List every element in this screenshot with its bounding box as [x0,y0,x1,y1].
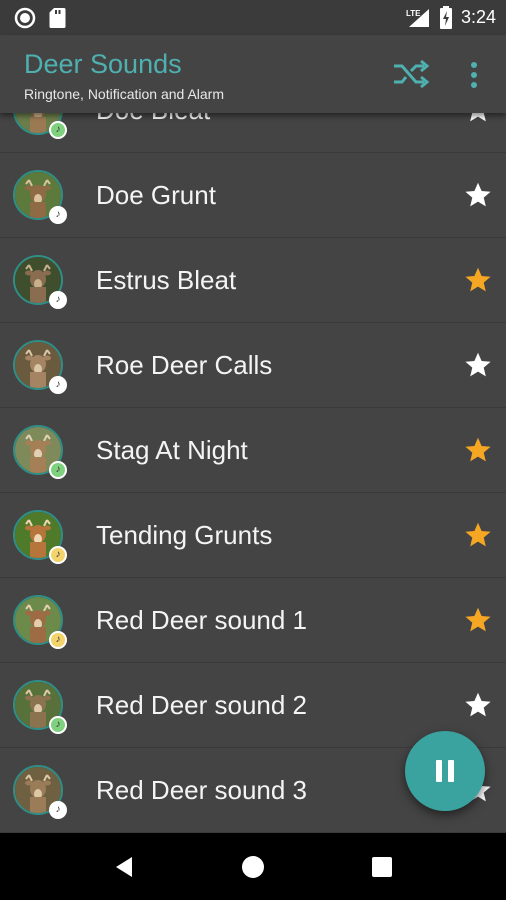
more-vert-icon[interactable] [462,59,486,91]
status-bar: LTE 3:24 [0,0,506,35]
music-note-icon: ♪ [49,631,67,649]
pause-button[interactable] [405,731,485,811]
music-note-icon: ♪ [49,461,67,479]
sound-title: Red Deer sound 1 [96,605,308,635]
favorite-star-icon[interactable] [464,113,492,124]
sound-row[interactable]: ♪ Estrus Bleat [0,238,506,323]
pause-icon [436,760,454,782]
sound-title: Doe Grunt [96,180,216,210]
music-note-icon: ♪ [49,716,67,734]
svg-text:LTE: LTE [406,9,421,18]
favorite-star-icon[interactable] [464,436,492,464]
favorite-star-icon[interactable] [464,521,492,549]
status-time: 3:24 [460,7,496,27]
music-note-icon: ♪ [49,376,67,394]
music-note-icon: ♪ [49,546,67,564]
sound-title: Stag At Night [96,435,248,465]
app-title: Deer Sounds [24,49,182,79]
app-bar: Deer Sounds Ringtone, Notification and A… [0,35,506,113]
sound-list: ♪ Doe Bleat ♪ Doe Grunt ♪ Estrus Bleat ♪ Roe De… [0,113,506,833]
app-subtitle: Ringtone, Notification and Alarm [24,86,224,102]
favorite-star-icon[interactable] [464,606,492,634]
recents-icon[interactable] [369,854,395,880]
sound-row[interactable]: ♪ Doe Grunt [0,153,506,238]
back-icon[interactable] [111,854,137,880]
sound-title: Tending Grunts [96,520,273,550]
sound-title: Estrus Bleat [96,265,237,295]
lte-signal-icon: LTE [406,8,429,27]
sound-title: Roe Deer Calls [96,350,273,380]
sound-title: Doe Bleat [96,113,210,126]
home-icon[interactable] [240,854,266,880]
favorite-star-icon[interactable] [464,691,492,719]
sound-row[interactable]: ♪ Tending Grunts [0,493,506,578]
sound-row[interactable]: ♪ Stag At Night [0,408,506,493]
navigation-bar [0,833,506,900]
favorite-star-icon[interactable] [464,351,492,379]
battery-charging-icon [439,5,452,29]
sound-title: Red Deer sound 2 [96,690,308,720]
music-note-icon: ♪ [49,121,67,139]
music-note-icon: ♪ [49,206,67,224]
sound-row[interactable]: ♪ Roe Deer Calls [0,323,506,408]
sound-row[interactable]: ♪ Red Deer sound 1 [0,578,506,663]
shuffle-icon[interactable] [392,58,430,90]
circle-notification-icon [14,7,36,28]
sound-title: Red Deer sound 3 [96,775,308,805]
sound-row[interactable]: ♪ Doe Bleat [0,113,506,153]
favorite-star-icon[interactable] [464,181,492,209]
sd-card-icon [49,7,66,28]
music-note-icon: ♪ [49,291,67,309]
music-note-icon: ♪ [49,801,67,819]
favorite-star-icon[interactable] [464,266,492,294]
